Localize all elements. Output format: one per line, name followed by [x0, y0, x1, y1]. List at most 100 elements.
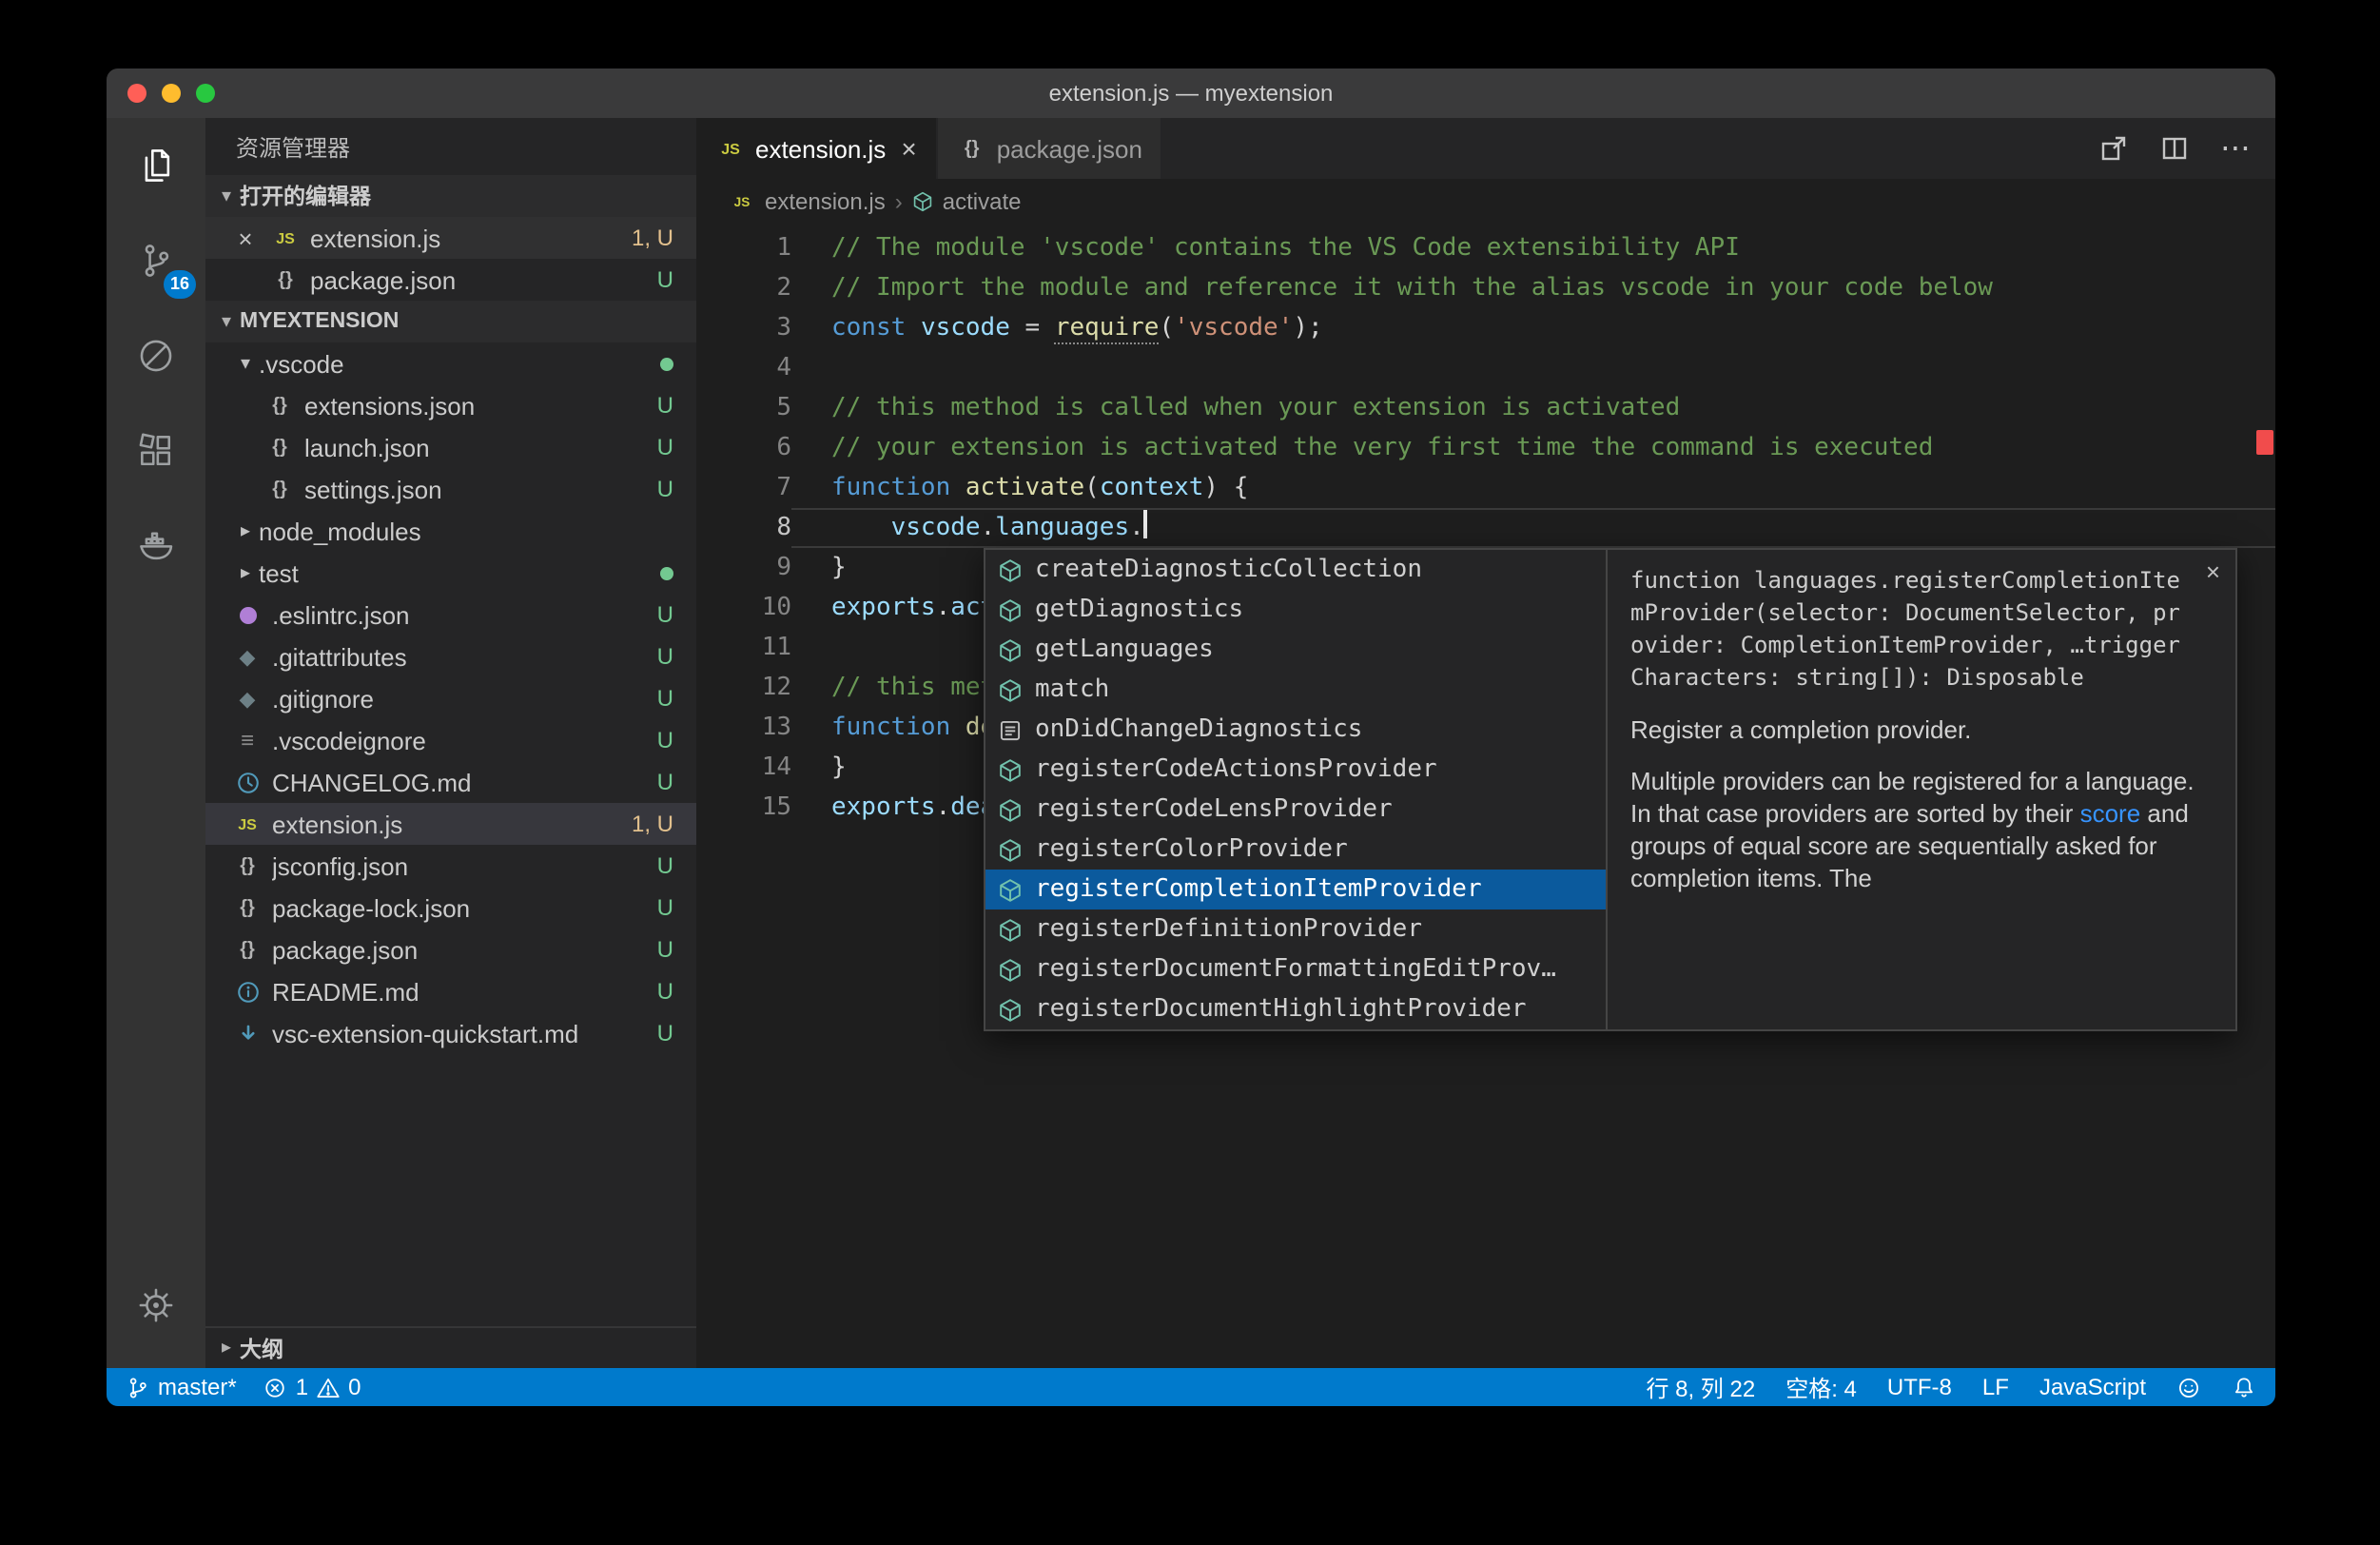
tree-item-CHANGELOG.md[interactable]: CHANGELOG.mdU: [205, 761, 696, 803]
extensions-activity-button[interactable]: [107, 403, 205, 499]
scm-changes-badge: 16: [164, 270, 196, 299]
close-editor-icon[interactable]: ×: [232, 224, 259, 252]
explorer-activity-button[interactable]: [107, 118, 205, 213]
eol-status[interactable]: LF: [1982, 1374, 2009, 1400]
tree-item-jsconfig.json[interactable]: {}jsconfig.jsonU: [205, 845, 696, 887]
close-icon[interactable]: ×: [2206, 557, 2220, 586]
suggestion-registerCompletionItemProvider[interactable]: registerCompletionItemProvider: [985, 870, 1606, 909]
project-section-header[interactable]: ▾ MYEXTENSION: [205, 301, 696, 342]
problems-status[interactable]: 1 0: [263, 1374, 361, 1400]
docker-whale-icon: [135, 525, 177, 567]
suggest-list: createDiagnosticCollectiongetDiagnostics…: [985, 550, 1606, 1029]
breadcrumb-activate[interactable]: activate: [912, 188, 1022, 215]
code-line-3[interactable]: 3const vscode = require('vscode');: [696, 308, 2275, 348]
breadcrumb-extension.js[interactable]: JSextension.js: [727, 186, 886, 217]
error-overview-marker: [2256, 430, 2273, 455]
tree-item-.vscodeignore[interactable]: ≡.vscodeignoreU: [205, 719, 696, 761]
tree-item-extension.js[interactable]: JSextension.js1, U: [205, 803, 696, 845]
suggestion-registerDefinitionProvider[interactable]: registerDefinitionProvider: [985, 909, 1606, 949]
markdown-file-icon: [232, 1018, 263, 1048]
suggestion-label: registerCodeActionsProvider: [1035, 755, 1437, 784]
feedback-smiley-icon[interactable]: [2176, 1375, 2201, 1399]
score-link[interactable]: score: [2080, 799, 2141, 828]
tree-item-vsc-extension-quickstart.md[interactable]: vsc-extension-quickstart.mdU: [205, 1012, 696, 1054]
code-text: vscode.languages.: [791, 508, 2275, 548]
git-status-badge: U: [657, 434, 673, 460]
git-changes-dot: [660, 357, 673, 370]
code-text: // your extension is activated the very …: [791, 428, 2275, 468]
open-changes-icon[interactable]: [2098, 133, 2129, 164]
line-number: 3: [696, 308, 791, 348]
encoding-status[interactable]: UTF-8: [1887, 1374, 1952, 1400]
close-window-button[interactable]: [127, 84, 146, 103]
suggestion-registerCodeActionsProvider[interactable]: registerCodeActionsProvider: [985, 750, 1606, 790]
code-line-1[interactable]: 1// The module 'vscode' contains the VS …: [696, 228, 2275, 268]
close-tab-icon[interactable]: ×: [901, 133, 916, 164]
tree-item-test[interactable]: ▸test: [205, 552, 696, 594]
suggestion-registerCodeLensProvider[interactable]: registerCodeLensProvider: [985, 790, 1606, 830]
editor-actions: ⋯: [2098, 118, 2275, 179]
code-line-2[interactable]: 2// Import the module and reference it w…: [696, 268, 2275, 308]
git-changes-dot: [660, 566, 673, 579]
suggestion-registerDocumentFormattingEditProv[interactable]: registerDocumentFormattingEditProv…: [985, 949, 1606, 989]
code-line-7[interactable]: 7function activate(context) {: [696, 468, 2275, 508]
tree-item-.gitattributes[interactable]: ◆.gitattributesU: [205, 636, 696, 677]
zoom-window-button[interactable]: [196, 84, 215, 103]
method-symbol-icon: [997, 676, 1024, 703]
tree-item-package.json[interactable]: {}package.jsonU: [205, 929, 696, 970]
suggestion-label: registerCodeLensProvider: [1035, 795, 1393, 824]
tree-item-.eslintrc.json[interactable]: .eslintrc.jsonU: [205, 594, 696, 636]
title-bar[interactable]: extension.js — myextension: [107, 68, 2275, 118]
tree-item-README.md[interactable]: README.mdU: [205, 970, 696, 1012]
editor-group: JSextension.js×{}package.json ⋯ JSextens…: [696, 118, 2275, 1368]
indentation-status[interactable]: 空格: 4: [1785, 1371, 1857, 1403]
tab-package.json[interactable]: {}package.json: [938, 118, 1161, 179]
cursor-position-status[interactable]: 行 8, 列 22: [1647, 1371, 1756, 1403]
split-editor-icon[interactable]: [2159, 133, 2190, 164]
language-status[interactable]: JavaScript: [2039, 1374, 2146, 1400]
tree-item-package-lock.json[interactable]: {}package-lock.jsonU: [205, 887, 696, 929]
notifications-bell-icon[interactable]: [2232, 1375, 2256, 1399]
tree-item-.vscode[interactable]: ▾.vscode: [205, 342, 696, 384]
open-editor-package.json[interactable]: {}package.jsonU: [205, 259, 696, 301]
docker-activity-button[interactable]: [107, 499, 205, 594]
suggestion-createDiagnosticCollection[interactable]: createDiagnosticCollection: [985, 550, 1606, 590]
tab-extension.js[interactable]: JSextension.js×: [696, 118, 936, 179]
suggestion-match[interactable]: match: [985, 670, 1606, 710]
settings-button[interactable]: [107, 1258, 205, 1353]
gear-icon: [135, 1284, 177, 1326]
file-name: package.json: [310, 265, 456, 294]
suggestion-getLanguages[interactable]: getLanguages: [985, 630, 1606, 670]
tree-item-.gitignore[interactable]: ◆.gitignoreU: [205, 677, 696, 719]
tree-item-settings.json[interactable]: {}settings.jsonU: [205, 468, 696, 510]
open-editors-section-header[interactable]: ▾ 打开的编辑器: [205, 175, 696, 217]
row-decorations: U: [650, 434, 673, 460]
suggestion-registerDocumentHighlightProvider[interactable]: registerDocumentHighlightProvider: [985, 989, 1606, 1029]
explorer-sidebar: 资源管理器 ▾ 打开的编辑器 ×JSextension.js1, U{}pack…: [205, 118, 696, 1368]
suggestion-getDiagnostics[interactable]: getDiagnostics: [985, 590, 1606, 630]
code-editor[interactable]: 1// The module 'vscode' contains the VS …: [696, 225, 2275, 1368]
json-file-icon: {}: [264, 474, 295, 504]
javascript-file-icon: JS: [232, 809, 263, 839]
source-control-activity-button[interactable]: 16: [107, 213, 205, 308]
debug-activity-button[interactable]: [107, 308, 205, 403]
outline-section-header[interactable]: ▸ 大纲: [205, 1326, 696, 1368]
code-line-6[interactable]: 6// your extension is activated the very…: [696, 428, 2275, 468]
code-line-5[interactable]: 5// this method is called when your exte…: [696, 388, 2275, 428]
file-name: .vscodeignore: [272, 726, 426, 754]
tree-item-extensions.json[interactable]: {}extensions.jsonU: [205, 384, 696, 426]
minimize-window-button[interactable]: [162, 84, 181, 103]
tree-item-launch.json[interactable]: {}launch.jsonU: [205, 426, 696, 468]
code-text: // this method is called when your exten…: [791, 388, 2275, 428]
tree-item-node_modules[interactable]: ▸node_modules: [205, 510, 696, 552]
git-branch-status[interactable]: master*: [126, 1374, 237, 1400]
git-branch-icon: [126, 1375, 150, 1399]
code-line-4[interactable]: 4: [696, 348, 2275, 388]
suggestion-registerColorProvider[interactable]: registerColorProvider: [985, 830, 1606, 870]
row-decorations: [653, 357, 673, 370]
code-line-8[interactable]: 8 vscode.languages.: [696, 508, 2275, 548]
suggestion-onDidChangeDiagnostics[interactable]: onDidChangeDiagnostics: [985, 710, 1606, 750]
more-actions-icon[interactable]: ⋯: [2220, 129, 2253, 167]
open-editor-extension.js[interactable]: ×JSextension.js1, U: [205, 217, 696, 259]
branch-name: master*: [158, 1374, 237, 1400]
